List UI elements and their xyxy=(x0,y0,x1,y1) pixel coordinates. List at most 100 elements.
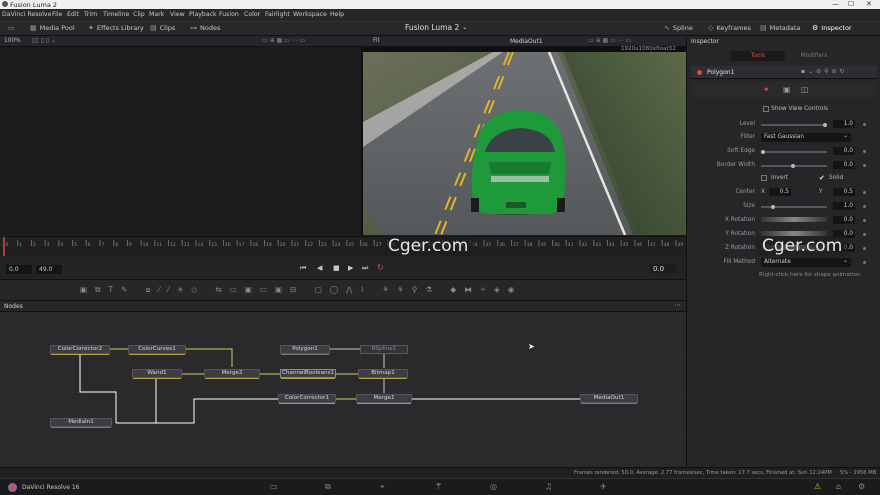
global-start-field[interactable]: 0.0 xyxy=(6,265,32,274)
metadata-button[interactable]: ▤ Metadata xyxy=(760,24,800,32)
tab-tools[interactable]: Tools xyxy=(731,51,785,61)
menu-davinci-resolve[interactable]: DaVinci Resolve xyxy=(2,11,51,18)
soft-edge-keyframe-dot[interactable] xyxy=(863,150,866,153)
go-to-end-icon[interactable]: ⏭ xyxy=(362,264,368,273)
home-icon[interactable]: ⌂ xyxy=(836,482,841,491)
border-width-keyframe-dot[interactable] xyxy=(863,164,866,167)
center-x-value[interactable]: 0.5 xyxy=(769,188,791,196)
level-value[interactable]: 1.0 xyxy=(833,120,855,128)
menu-color[interactable]: Color xyxy=(244,11,260,18)
solid-checkbox[interactable]: ✔ xyxy=(819,174,825,182)
viewer-left-tools[interactable]: ▭ ⊕ ▦ ▭ ⋯ ▭ xyxy=(262,37,305,44)
x-rotation-slider[interactable] xyxy=(761,217,827,222)
node-bitmap1[interactable]: Bitmap1 xyxy=(358,369,408,379)
node-wand1[interactable]: Wand1 xyxy=(132,369,182,379)
color-page-icon[interactable]: ◎ xyxy=(490,482,497,491)
menu-playback[interactable]: Playback xyxy=(189,11,217,18)
x-rotation-keyframe-dot[interactable] xyxy=(863,219,866,222)
spline-button[interactable]: ∿ Spline xyxy=(664,24,693,32)
fit-select[interactable]: Fit xyxy=(373,38,380,44)
media-page-icon[interactable]: ▭ xyxy=(270,482,278,491)
edit-page-icon[interactable]: ⌖ xyxy=(380,482,385,492)
tool-icons-row[interactable]: ▣⧉T✎ ⧈⁄⁄✳◇ ⇆▭▣▭▣⊟ ▢◯⋀⌇ ⚘⚘⚲⚗ ◆⧓✧◈◉ xyxy=(80,285,522,295)
menu-help[interactable]: Help xyxy=(330,11,344,18)
border-width-slider-knob[interactable] xyxy=(791,164,795,168)
node-colorcorrector1[interactable]: ColorCorrector1 xyxy=(278,394,336,404)
size-keyframe-dot[interactable] xyxy=(863,205,866,208)
fairlight-page-icon[interactable]: ♫ xyxy=(545,482,552,491)
close-button[interactable]: ✕ xyxy=(866,0,872,8)
play-icon[interactable]: ▶ xyxy=(348,264,353,272)
deliver-page-icon[interactable]: ✈ xyxy=(600,482,607,491)
minimize-button[interactable]: — xyxy=(832,0,839,8)
node-mediain1[interactable]: MediaIn1 xyxy=(50,418,112,428)
filter-select[interactable]: Fast Gaussian ⌄ xyxy=(761,133,851,142)
inspector-button[interactable]: ⚙ Inspector xyxy=(812,24,852,32)
nodes-button[interactable]: ⊶ Nodes xyxy=(190,24,220,32)
invert-checkbox[interactable] xyxy=(761,175,767,181)
tab-modifiers[interactable]: Modifiers xyxy=(787,51,841,61)
menu-clip[interactable]: Clip xyxy=(133,11,145,18)
soft-edge-value[interactable]: 0.0 xyxy=(833,147,855,155)
node-editor[interactable]: ColorCorrector2 ColorCurves1 Polygon1 BS… xyxy=(0,312,686,467)
warning-icon[interactable]: ⚠ xyxy=(814,482,821,491)
level-keyframe-dot[interactable] xyxy=(863,123,866,126)
level-slider[interactable] xyxy=(761,124,827,126)
level-slider-knob[interactable] xyxy=(823,123,827,127)
show-view-controls-checkbox[interactable] xyxy=(763,106,769,112)
stop-icon[interactable]: ■ xyxy=(333,264,340,272)
go-to-start-icon[interactable]: ⏮ xyxy=(300,264,306,273)
y-rotation-keyframe-dot[interactable] xyxy=(863,233,866,236)
size-slider-knob[interactable] xyxy=(771,205,775,209)
shape-tab-icon[interactable]: ◫ xyxy=(801,85,809,94)
menu-file[interactable]: File xyxy=(52,11,62,18)
center-y-value[interactable]: 0.5 xyxy=(833,188,855,196)
fill-method-select[interactable]: Alternate ⌄ xyxy=(761,258,851,267)
soft-edge-slider[interactable] xyxy=(761,151,827,153)
menu-timeline[interactable]: Timeline xyxy=(103,11,129,18)
fusion-page-icon[interactable]: ⚚ xyxy=(435,482,442,491)
effects-library-button[interactable]: ✦ Effects Library xyxy=(88,24,144,32)
menu-trim[interactable]: Trim xyxy=(84,11,97,18)
center-keyframe-dot[interactable] xyxy=(863,191,866,194)
soft-edge-slider-knob[interactable] xyxy=(761,150,765,154)
settings-tab-icon[interactable]: ▣ xyxy=(783,85,791,94)
time-ruler[interactable]: 0 1 2 3 4 5 6 7 8 9 10 11 12 13 14 15 16 17 18 19 20 21 22 23 24… xyxy=(0,236,686,257)
play-reverse-icon[interactable]: ◀ xyxy=(317,264,322,272)
cut-page-icon[interactable]: ⧉ xyxy=(325,482,331,492)
x-rotation-value[interactable]: 0.0 xyxy=(833,216,855,224)
settings-gear-icon[interactable]: ⚙ xyxy=(858,482,865,491)
border-width-value[interactable]: 0.0 xyxy=(833,161,855,169)
toggle-panel-button[interactable]: ▭ xyxy=(8,24,15,32)
maximize-button[interactable]: ☐ xyxy=(848,0,854,8)
media-pool-button[interactable]: ▦ Media Pool xyxy=(30,24,75,32)
node-merge1[interactable]: Merge1 xyxy=(356,394,412,404)
current-time-field[interactable]: 0.0 xyxy=(650,264,676,273)
node-polygon1[interactable]: Polygon1 xyxy=(280,345,330,355)
tool-header-icons[interactable]: ▪⌄⊘⚲⊘↻ xyxy=(801,68,848,75)
tool-header[interactable]: Polygon1 ▪⌄⊘⚲⊘↻ xyxy=(691,66,877,79)
menu-mark[interactable]: Mark xyxy=(149,11,164,18)
controls-tab-icon[interactable]: ✦ xyxy=(763,85,770,94)
node-colorcurves1[interactable]: ColorCurves1 xyxy=(128,345,186,355)
menu-workspace[interactable]: Workspace xyxy=(293,11,327,18)
fill-method-keyframe-dot[interactable] xyxy=(863,261,866,264)
clips-button[interactable]: ▤ Clips xyxy=(150,24,175,32)
menu-view[interactable]: View xyxy=(170,11,185,18)
node-merge2[interactable]: Merge2 xyxy=(204,369,260,379)
node-mediaout1[interactable]: MediaOut1 xyxy=(580,394,638,404)
more-options-icon[interactable]: ⋯ xyxy=(674,301,681,309)
menu-fusion[interactable]: Fusion xyxy=(219,11,239,18)
left-viewer[interactable] xyxy=(0,47,361,235)
node-colorcorrector2[interactable]: ColorCorrector2 xyxy=(50,345,110,355)
view-controls-icon[interactable]: ▯▯ ▯ ▯ ⌄ xyxy=(32,37,56,44)
node-channelbooleans1[interactable]: ChannelBooleans1 xyxy=(280,369,336,379)
size-value[interactable]: 1.0 xyxy=(833,202,855,210)
shape-animation-hint[interactable]: Right-click here for shape animation xyxy=(759,272,861,278)
menu-fairlight[interactable]: Fairlight xyxy=(265,11,290,18)
z-rotation-keyframe-dot[interactable] xyxy=(863,247,866,250)
menu-edit[interactable]: Edit xyxy=(67,11,79,18)
zoom-left-select[interactable]: 100% xyxy=(4,38,21,44)
loop-icon[interactable]: ↻ xyxy=(377,263,384,272)
node-bspline1[interactable]: BSpline1 xyxy=(360,345,408,354)
